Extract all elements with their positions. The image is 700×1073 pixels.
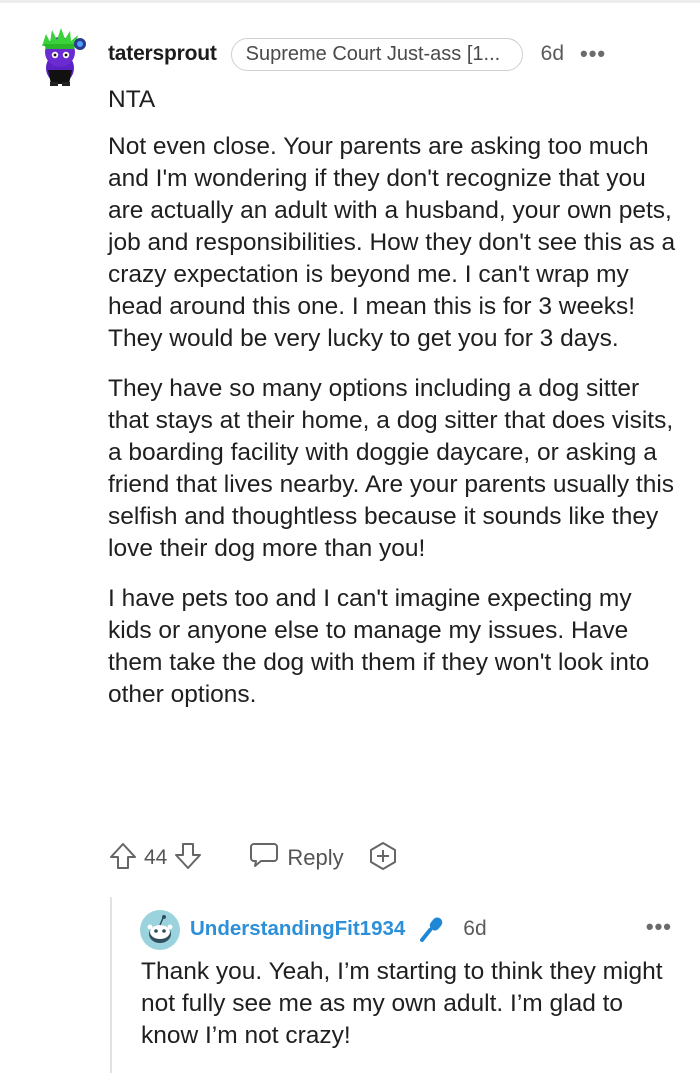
reply-button[interactable]: Reply <box>249 841 344 875</box>
comment-paragraph: I have pets too and I can't imagine expe… <box>108 585 650 708</box>
reply-more-options-icon[interactable]: ••• <box>646 914 672 940</box>
user-avatar[interactable] <box>36 24 88 88</box>
reply-username[interactable]: UnderstandingFit1934 <box>190 917 405 941</box>
snoo-avatar-icon <box>140 910 180 950</box>
speech-bubble-icon <box>249 841 279 875</box>
comment-timestamp: 6d <box>540 42 565 65</box>
award-button[interactable] <box>368 841 398 876</box>
comment-paragraph: Not even close. Your parents are asking … <box>108 133 676 352</box>
comment-paragraph: NTA <box>108 86 156 113</box>
reply-label: Reply <box>287 845 344 870</box>
top-divider <box>0 0 700 3</box>
upvote-arrow-icon[interactable] <box>108 841 138 876</box>
avatar-icon <box>42 28 86 86</box>
vote-count: 44 <box>144 846 168 869</box>
reply-meta: UnderstandingFit1934 6d <box>190 910 670 948</box>
user-flair: Supreme Court Just-ass [1... <box>230 37 523 71</box>
award-plus-icon <box>368 841 398 876</box>
microphone-icon <box>417 914 447 944</box>
thread-line[interactable] <box>110 897 112 1073</box>
comment-body: NTA Not even close. Your parents are ask… <box>108 84 678 729</box>
reply-timestamp: 6d <box>463 917 487 940</box>
downvote-arrow-icon[interactable] <box>173 841 203 876</box>
comment-meta: tatersprout Supreme Court Just-ass [1...… <box>108 36 688 72</box>
reply-body: Thank you. Yeah, I’m starting to think t… <box>141 958 663 1049</box>
comment-username[interactable]: tatersprout <box>108 42 217 66</box>
comment-actions: 44 Reply <box>108 838 398 878</box>
reply-user-avatar[interactable] <box>140 910 180 950</box>
more-options-icon[interactable]: ••• <box>580 41 606 67</box>
comment-paragraph: They have so many options including a do… <box>108 375 675 562</box>
